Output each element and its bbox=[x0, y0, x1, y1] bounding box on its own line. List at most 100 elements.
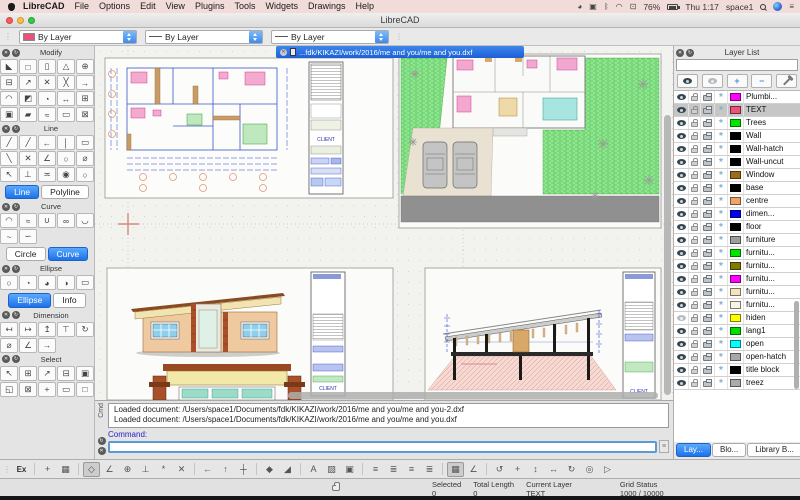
snap-endpoint-button[interactable]: ◇ bbox=[83, 462, 100, 477]
layer-color-swatch[interactable] bbox=[728, 286, 744, 298]
select-tool-3-icon[interactable]: ↗ bbox=[38, 366, 56, 381]
palette-close-icon[interactable]: ✕ bbox=[2, 265, 10, 273]
panel-close-icon[interactable]: ✕ bbox=[676, 49, 684, 57]
modify-tool-1-icon[interactable]: ◣ bbox=[0, 59, 18, 74]
layer-color-swatch[interactable] bbox=[728, 364, 744, 376]
line-tool-8-icon[interactable]: ∠ bbox=[38, 151, 56, 166]
layer-show-all-button[interactable] bbox=[677, 74, 698, 88]
layer-visible-toggle[interactable] bbox=[674, 234, 689, 246]
layer-print-toggle[interactable] bbox=[701, 156, 715, 168]
layer-visible-toggle[interactable] bbox=[674, 338, 689, 350]
angle-button[interactable]: ∠ bbox=[465, 462, 482, 477]
layer-lock-toggle[interactable] bbox=[689, 117, 701, 129]
scale-h-button[interactable]: ↔ bbox=[545, 462, 562, 477]
modify-tool-11-icon[interactable]: ◠ bbox=[0, 91, 18, 106]
layer-color-swatch[interactable] bbox=[728, 143, 744, 155]
dropdown-stepper-icon[interactable] bbox=[249, 31, 262, 43]
layer-lock-toggle[interactable] bbox=[689, 338, 701, 350]
bottom-toolbar-grip[interactable]: ⋮ bbox=[3, 465, 12, 474]
restrict-both-button[interactable]: ┼ bbox=[235, 462, 252, 477]
layer-lock-toggle[interactable] bbox=[689, 91, 701, 103]
layer-row-furnitu[interactable]: *furnitu... bbox=[674, 299, 800, 312]
layer-visible-toggle[interactable] bbox=[674, 299, 689, 311]
layer-lock-toggle[interactable] bbox=[689, 234, 701, 246]
layer-row-treez[interactable]: *treez bbox=[674, 377, 800, 390]
layer-construction-toggle[interactable]: * bbox=[715, 169, 728, 181]
palette-detach-icon[interactable]: ↻ bbox=[12, 355, 20, 363]
layer-row-wall-hatch[interactable]: *Wall-hatch bbox=[674, 143, 800, 156]
select-tool-1-icon[interactable]: ↖ bbox=[0, 366, 18, 381]
layer-row-furnitu[interactable]: *furnitu... bbox=[674, 247, 800, 260]
menu-librecad[interactable]: LibreCAD bbox=[18, 0, 70, 13]
layer-row-open[interactable]: *open bbox=[674, 338, 800, 351]
palette-detach-icon[interactable]: ↻ bbox=[12, 125, 20, 133]
status-icon-keyboard[interactable]: ▣ bbox=[589, 2, 597, 12]
layer-filter-input[interactable] bbox=[676, 59, 798, 71]
snap-middle-button[interactable]: ⊥ bbox=[137, 462, 154, 477]
pan-button[interactable]: ▷ bbox=[599, 462, 616, 477]
dimension-tool-1-icon[interactable]: ↤ bbox=[0, 322, 18, 337]
layer-row-plumbi[interactable]: *Plumbi... bbox=[674, 91, 800, 104]
menu-file[interactable]: File bbox=[70, 0, 95, 13]
layer-row-trees[interactable]: *Trees bbox=[674, 117, 800, 130]
layer-visible-toggle[interactable] bbox=[674, 117, 689, 129]
select-tool-8-icon[interactable]: + bbox=[38, 382, 56, 397]
layer-construction-toggle[interactable]: * bbox=[715, 260, 728, 272]
pen-apply-button[interactable]: ◢ bbox=[279, 462, 296, 477]
layer-lock-toggle[interactable] bbox=[689, 169, 701, 181]
layer-construction-toggle[interactable]: * bbox=[715, 182, 728, 194]
layer-construction-toggle[interactable]: * bbox=[715, 286, 728, 298]
layer-lock-toggle[interactable] bbox=[689, 208, 701, 220]
snap-entity-button[interactable]: ∠ bbox=[101, 462, 118, 477]
layer-lock-toggle[interactable] bbox=[689, 195, 701, 207]
menu-options[interactable]: Options bbox=[94, 0, 135, 13]
palette-close-icon[interactable]: ✕ bbox=[2, 355, 10, 363]
layer-print-toggle[interactable] bbox=[701, 208, 715, 220]
select-tool-6-icon[interactable]: ◱ bbox=[0, 382, 18, 397]
layer-visible-toggle[interactable] bbox=[674, 169, 689, 181]
dimension-tool-2-icon[interactable]: ↦ bbox=[19, 322, 37, 337]
layer-print-toggle[interactable] bbox=[701, 91, 715, 103]
modify-tool-5-icon[interactable]: ⊕ bbox=[76, 59, 94, 74]
modify-tool-18-icon[interactable]: ≈ bbox=[38, 107, 56, 122]
drawing-canvas[interactable]: CLIENT bbox=[95, 46, 673, 459]
pen-dropdown-color[interactable]: By Layer bbox=[19, 30, 137, 44]
palette-detach-icon[interactable]: ↻ bbox=[12, 311, 20, 319]
layer-visible-toggle[interactable] bbox=[674, 247, 689, 259]
layer-lock-toggle[interactable] bbox=[689, 351, 701, 363]
layer-visible-toggle[interactable] bbox=[674, 182, 689, 194]
curve-tool-6-icon[interactable]: ~ bbox=[0, 229, 18, 244]
ellipse-tool-4-icon[interactable]: ◑ bbox=[57, 275, 75, 290]
modify-tool-12-icon[interactable]: ◩ bbox=[19, 91, 37, 106]
layer-color-swatch[interactable] bbox=[728, 169, 744, 181]
pen-dropdown-linetype[interactable]: By Layer bbox=[271, 30, 389, 44]
layer-color-swatch[interactable] bbox=[728, 234, 744, 246]
spotlight-icon[interactable] bbox=[760, 4, 766, 10]
layer-row-centre[interactable]: *centre bbox=[674, 195, 800, 208]
line-tool-9-icon[interactable]: ○ bbox=[57, 151, 75, 166]
layer-visible-toggle[interactable] bbox=[674, 195, 689, 207]
tab-blo[interactable]: Blo... bbox=[712, 443, 746, 457]
layer-lock-toggle[interactable] bbox=[689, 377, 701, 389]
layer-print-toggle[interactable] bbox=[701, 143, 715, 155]
layer-row-window[interactable]: *Window bbox=[674, 169, 800, 182]
layer-visible-toggle[interactable] bbox=[674, 286, 689, 298]
layer-color-swatch[interactable] bbox=[728, 195, 744, 207]
tab-library-b[interactable]: Library B... bbox=[747, 443, 800, 457]
layer-row-wall[interactable]: *Wall bbox=[674, 130, 800, 143]
layer-visible-toggle[interactable] bbox=[674, 364, 689, 376]
layer-print-toggle[interactable] bbox=[701, 377, 715, 389]
layer-visible-toggle[interactable] bbox=[674, 221, 689, 233]
tab-curve[interactable]: Curve bbox=[48, 247, 89, 261]
layer-print-toggle[interactable] bbox=[701, 169, 715, 181]
dimension-tool-8-icon[interactable]: → bbox=[38, 338, 56, 353]
status-icon-swirl[interactable]: ◕ bbox=[577, 2, 582, 12]
modify-tool-17-icon[interactable]: ▰ bbox=[19, 107, 37, 122]
layer-color-swatch[interactable] bbox=[728, 117, 744, 129]
layer-color-swatch[interactable] bbox=[728, 91, 744, 103]
tab-info[interactable]: Info bbox=[53, 293, 85, 307]
layer-color-swatch[interactable] bbox=[728, 351, 744, 363]
snap-center-button[interactable]: ⊕ bbox=[119, 462, 136, 477]
layer-construction-toggle[interactable]: * bbox=[715, 273, 728, 285]
layer-lock-toggle[interactable] bbox=[689, 221, 701, 233]
